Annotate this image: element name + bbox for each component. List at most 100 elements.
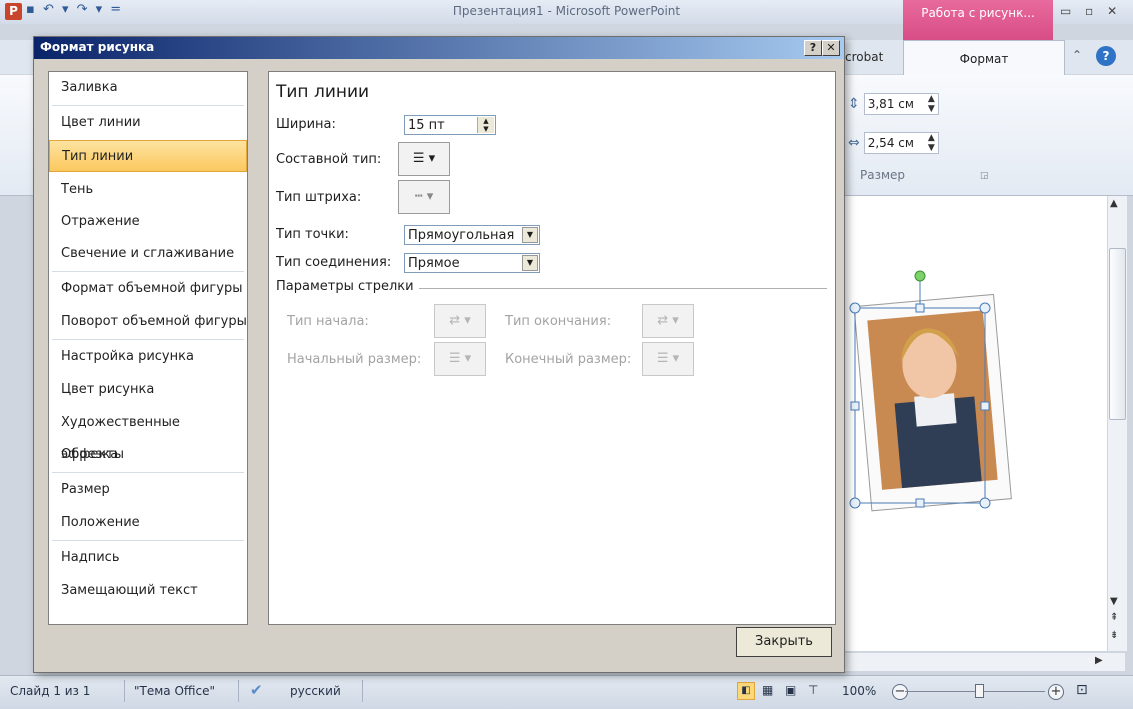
status-divider <box>124 680 125 702</box>
reading-view-icon[interactable]: ▣ <box>785 683 796 697</box>
dash-lines-icon: ┅ ▾ <box>414 189 434 204</box>
end-type-label: Тип окончания: <box>505 314 612 329</box>
line-width-input[interactable]: 15 пт ▲ ▼ <box>404 115 496 135</box>
arrow-size-icon: ☰ ▾ <box>656 351 680 366</box>
fit-to-window-icon[interactable]: ⊡ <box>1076 682 1088 698</box>
height-spinner-icon[interactable]: ▲ ▼ <box>928 94 935 114</box>
line-width-spinner-icon[interactable]: ▲ ▼ <box>477 117 494 133</box>
spellcheck-icon[interactable]: ✔ <box>250 681 263 699</box>
ribbon-minimize-icon[interactable]: ⌃ <box>1072 48 1082 62</box>
join-type-select[interactable]: Прямое ▼ <box>404 253 540 273</box>
dialog-help-button[interactable]: ? <box>804 40 822 56</box>
compound-type-label: Составной тип: <box>276 152 382 167</box>
nav-divider <box>52 105 244 106</box>
nav-item-3d-rotation[interactable]: Поворот объемной фигуры <box>49 306 247 338</box>
tab-acrobat[interactable]: crobat <box>845 50 883 64</box>
arrow-style-icon: ⇄ ▾ <box>657 313 679 328</box>
powerpoint-logo-icon[interactable]: P <box>5 3 22 20</box>
window-controls[interactable]: ▭ ▫ ✕ <box>1060 4 1122 18</box>
panel-heading: Тип линии <box>276 82 370 102</box>
dash-type-label: Тип штриха: <box>276 190 362 205</box>
arrow-settings-heading: Параметры стрелки <box>276 279 414 294</box>
theme-name[interactable]: "Тема Office" <box>134 684 215 698</box>
nav-divider <box>52 540 244 541</box>
shape-width-input[interactable]: 2,54 см ▲ ▼ <box>863 132 939 154</box>
arrow-size-icon: ☰ ▾ <box>448 351 472 366</box>
zoom-level[interactable]: 100% <box>842 684 876 698</box>
nav-item-picture-color[interactable]: Цвет рисунка <box>49 374 247 406</box>
end-type-dropdown[interactable]: ⇄ ▾ <box>642 304 694 338</box>
dialog-titlebar[interactable] <box>34 37 844 59</box>
horizontal-scrollbar[interactable] <box>845 652 1125 671</box>
begin-type-dropdown[interactable]: ⇄ ▾ <box>434 304 486 338</box>
selected-picture[interactable] <box>845 196 1107 651</box>
status-divider <box>238 680 239 702</box>
scroll-right-icon[interactable]: ▶ <box>1095 655 1103 666</box>
chevron-down-icon[interactable]: ▼ <box>522 255 538 271</box>
tab-format[interactable]: Формат <box>903 40 1065 77</box>
begin-type-label: Тип начала: <box>287 314 369 329</box>
join-type-value: Прямое <box>408 256 460 271</box>
nav-item-line-color[interactable]: Цвет линии <box>49 107 247 139</box>
nav-item-text-box[interactable]: Надпись <box>49 542 247 574</box>
shape-width-row: ⇔ 2,54 см ▲ ▼ <box>848 131 939 155</box>
nav-item-reflection[interactable]: Отражение <box>49 206 247 238</box>
zoom-out-icon[interactable]: − <box>892 684 908 700</box>
end-size-label: Конечный размер: <box>505 352 632 367</box>
nav-item-fill[interactable]: Заливка <box>49 72 247 104</box>
cap-type-value: Прямоугольная <box>408 228 515 243</box>
scroll-up-icon[interactable]: ▲ <box>1110 198 1118 209</box>
nav-item-picture-corrections[interactable]: Настройка рисунка <box>49 341 247 373</box>
help-icon[interactable]: ? <box>1096 46 1116 66</box>
nav-item-crop[interactable]: Обрезка <box>49 439 247 471</box>
zoom-in-icon[interactable]: + <box>1048 684 1064 700</box>
vertical-scroll-thumb[interactable] <box>1109 248 1126 420</box>
nav-item-position[interactable]: Положение <box>49 507 247 539</box>
dash-type-dropdown[interactable]: ┅ ▾ <box>398 180 450 214</box>
nav-divider <box>52 339 244 340</box>
nav-divider <box>52 271 244 272</box>
chevron-down-icon[interactable]: ▼ <box>522 227 538 243</box>
nav-item-line-style[interactable]: Тип линии <box>49 140 247 172</box>
zoom-slider-thumb[interactable] <box>975 684 984 698</box>
dialog-title: Формат рисунка <box>40 40 155 54</box>
slide-counter: Слайд 1 из 1 <box>10 684 91 698</box>
normal-view-icon[interactable]: ◧ <box>737 682 755 700</box>
slide-canvas[interactable] <box>845 196 1107 651</box>
quick-access-toolbar[interactable]: ▪ ↶ ▾ ↷ ▾ = <box>26 2 123 17</box>
join-type-label: Тип соединения: <box>276 255 392 270</box>
cap-type-select[interactable]: Прямоугольная ▼ <box>404 225 540 245</box>
scroll-down-icon[interactable]: ▼ <box>1110 596 1118 607</box>
shape-height-row: ⇕ 3,81 см ▲ ▼ <box>848 92 939 116</box>
height-icon: ⇕ <box>848 96 860 112</box>
nav-item-artistic-effects[interactable]: Художественные эффекты <box>49 407 247 462</box>
line-width-value: 15 пт <box>408 118 445 133</box>
context-tab-picture-tools[interactable]: Работа с рисунк... <box>903 0 1053 40</box>
compound-type-dropdown[interactable]: ☰ ▾ <box>398 142 450 176</box>
next-slide-icon[interactable]: ⇟ <box>1110 630 1118 641</box>
previous-slide-icon[interactable]: ⇞ <box>1110 612 1118 623</box>
dialog-launcher-icon[interactable]: ◲ <box>980 171 989 181</box>
end-size-dropdown[interactable]: ☰ ▾ <box>642 342 694 376</box>
arrow-style-icon: ⇄ ▾ <box>449 313 471 328</box>
shape-width-value: 2,54 см <box>867 136 914 150</box>
shape-height-value: 3,81 см <box>867 97 914 111</box>
format-picture-dialog: Формат рисунка ? ✕ Заливка Цвет линии Ти… <box>33 36 845 673</box>
width-label: Ширина: <box>276 117 336 132</box>
slide-sorter-view-icon[interactable]: ▦ <box>762 683 773 697</box>
cap-type-label: Тип точки: <box>276 227 349 242</box>
language-indicator[interactable]: русский <box>290 684 341 698</box>
nav-item-shadow[interactable]: Тень <box>49 174 247 206</box>
nav-item-alt-text[interactable]: Замещающий текст <box>49 575 247 607</box>
dialog-close-icon[interactable]: ✕ <box>822 40 840 56</box>
shape-height-input[interactable]: 3,81 см ▲ ▼ <box>863 93 939 115</box>
width-icon: ⇔ <box>848 135 860 151</box>
nav-item-3d-format[interactable]: Формат объемной фигуры <box>49 273 247 305</box>
nav-item-size[interactable]: Размер <box>49 474 247 506</box>
nav-item-glow-soft-edges[interactable]: Свечение и сглаживание <box>49 238 247 270</box>
begin-size-dropdown[interactable]: ☰ ▾ <box>434 342 486 376</box>
width-spinner-icon[interactable]: ▲ ▼ <box>928 133 935 153</box>
status-divider <box>362 680 363 702</box>
close-button[interactable]: Закрыть <box>736 627 832 657</box>
slideshow-view-icon[interactable]: ⊤ <box>808 683 818 697</box>
